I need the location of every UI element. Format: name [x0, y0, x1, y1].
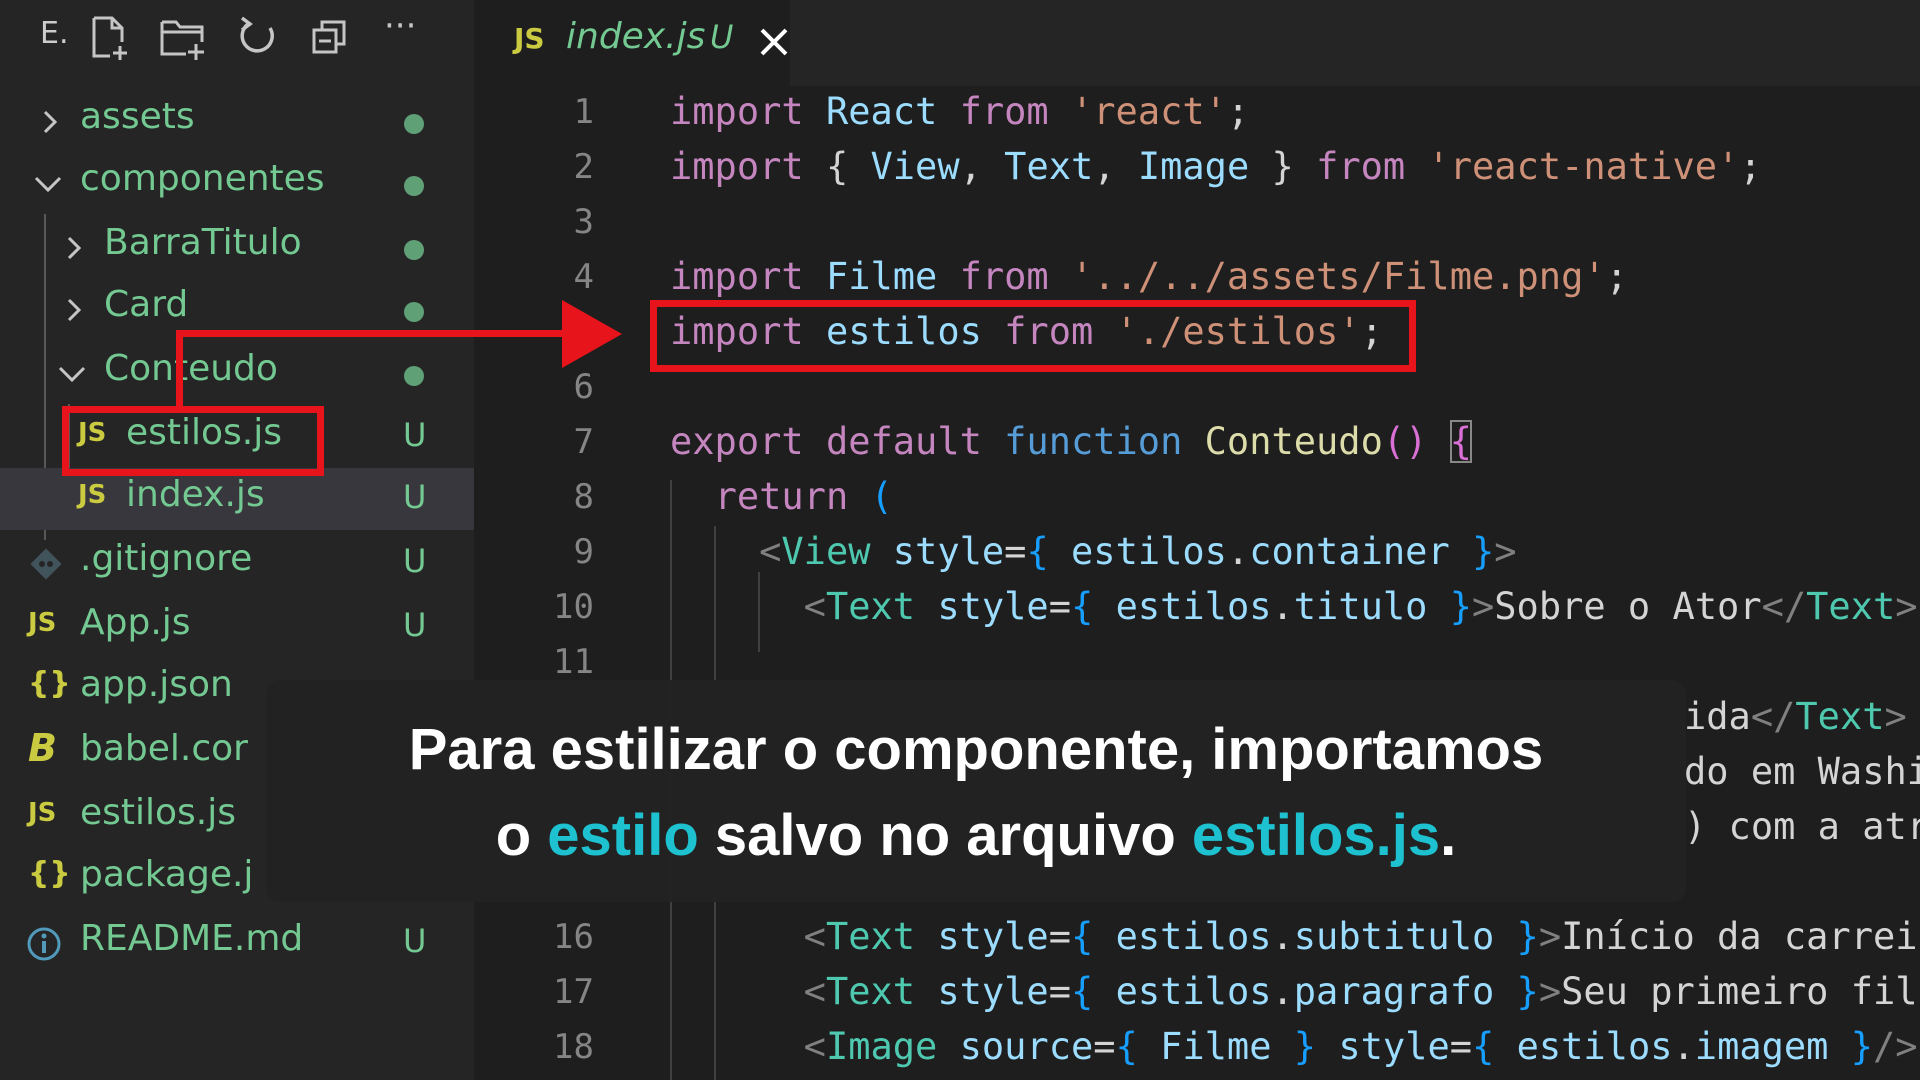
highlight-box-estilos-file: [62, 406, 324, 476]
tree-item-label: App.js: [80, 602, 191, 643]
git-untracked-badge: U: [403, 542, 427, 580]
line-number: 7: [573, 422, 594, 462]
git-modified-dot: [404, 114, 424, 134]
json-file-icon: {}: [28, 856, 71, 891]
editor-tab-bar: JS index.js U: [474, 0, 1920, 86]
arrow-head: [562, 300, 622, 368]
line-number: 10: [553, 587, 594, 627]
git-untracked-badge: U: [403, 922, 427, 960]
babel-file-icon: B: [28, 726, 57, 770]
tree-item-barratitulo[interactable]: BarraTitulo: [0, 216, 474, 278]
tree-item-label: assets: [80, 96, 195, 137]
javascript-file-icon: JS: [514, 22, 545, 55]
javascript-file-icon: JS: [28, 608, 57, 638]
git-modified-dot: [404, 240, 424, 260]
tree-item-componentes[interactable]: componentes: [0, 152, 474, 214]
code-line-14-tail: do em Washi: [1684, 750, 1920, 793]
tree-item-label: Conteudo: [104, 348, 278, 389]
code-line-10: <Text style={ estilos.titulo }>Sobre o A…: [803, 585, 1918, 628]
code-line-8: return (: [714, 475, 893, 518]
tree-item-label: BarraTitulo: [104, 222, 302, 263]
chevron-right-icon: [60, 234, 88, 262]
code-line-4: import Filme from '../../assets/Filme.pn…: [670, 255, 1628, 298]
code-line-2: import { View, Text, Image } from 'react…: [670, 145, 1762, 188]
tree-item-label: README.md: [80, 918, 304, 959]
line-number: 16: [553, 917, 594, 957]
tree-item-label: index.js: [126, 474, 265, 515]
git-icon: [28, 546, 64, 586]
line-number: 8: [573, 477, 594, 517]
tree-item-assets[interactable]: assets: [0, 90, 474, 152]
code-line-1: import React from 'react';: [670, 90, 1250, 133]
line-number: 2: [573, 147, 594, 187]
tree-item-label: babel.cor: [80, 728, 248, 769]
json-file-icon: {}: [28, 666, 71, 701]
javascript-file-icon: JS: [28, 798, 57, 828]
line-number: 6: [573, 367, 594, 407]
line-number: 1: [573, 92, 594, 132]
tree-item-gitignore[interactable]: .gitignore U: [0, 532, 474, 594]
line-number: 18: [553, 1027, 594, 1067]
caption-line-1: Para estilizar o componente, importamos: [408, 717, 1544, 782]
git-modified-dot: [404, 176, 424, 196]
more-icon[interactable]: ···: [384, 6, 444, 56]
line-number: 11: [553, 642, 594, 682]
tree-item-label: estilos.js: [80, 792, 237, 833]
collapse-all-icon[interactable]: [306, 12, 356, 62]
info-icon: [26, 926, 62, 966]
refresh-icon[interactable]: [232, 12, 282, 62]
git-modified-dot: [404, 366, 424, 386]
code-line-17: <Text style={ estilos.paragrafo }>Seu pr…: [803, 970, 1918, 1013]
tree-item-conteudo[interactable]: Conteudo: [0, 342, 474, 404]
code-line-18: <Image source={ Filme } style={ estilos.…: [803, 1025, 1918, 1068]
caption-highlight: estilos.js: [1191, 803, 1441, 868]
caption-line-2: o estilo salvo no arquivo estilos.js.: [495, 803, 1457, 868]
chevron-right-icon: [60, 296, 88, 324]
tree-item-label: app.json: [80, 664, 233, 705]
chevron-down-icon: [34, 170, 62, 198]
line-number: 17: [553, 972, 594, 1012]
javascript-file-icon: JS: [78, 480, 107, 510]
git-modified-dot: [404, 302, 424, 322]
close-icon[interactable]: [754, 22, 794, 62]
tree-item-readme[interactable]: README.md U: [0, 912, 474, 974]
explorer-sidebar: E. ··· assets componentes BarraTitulo Ca…: [0, 0, 474, 1080]
line-number: 9: [573, 532, 594, 572]
line-number: 4: [573, 257, 594, 297]
tree-item-index-js[interactable]: JS index.js U: [0, 468, 474, 530]
code-line-7: export default function Conteudo() {: [670, 420, 1472, 463]
git-untracked-badge: U: [710, 18, 734, 56]
chevron-right-icon: [36, 108, 64, 136]
code-editor[interactable]: 1 2 3 4 5 6 7 8 9 10 11 16 17 18 import …: [474, 86, 1920, 1080]
code-line-16: <Text style={ estilos.subtitulo }>Início…: [803, 915, 1918, 958]
new-folder-icon[interactable]: [158, 12, 208, 62]
line-number: 3: [573, 202, 594, 242]
tree-item-label: package.j: [80, 854, 254, 895]
code-line-15-tail: ) com a atr: [1684, 805, 1920, 848]
git-untracked-badge: U: [403, 606, 427, 644]
explorer-toolbar: E. ···: [0, 0, 474, 80]
highlight-box-import-line: [650, 300, 1416, 372]
git-untracked-badge: U: [403, 416, 427, 454]
tab-label: index.js: [566, 16, 706, 57]
explorer-title: E.: [40, 16, 69, 51]
new-file-icon[interactable]: [84, 12, 134, 62]
tree-item-label: Card: [104, 284, 189, 325]
tree-item-app-js[interactable]: JS App.js U: [0, 596, 474, 658]
code-line-9: <View style={ estilos.container }>: [759, 530, 1517, 573]
arrow-horizontal-segment: [176, 330, 576, 337]
chevron-down-icon: [58, 360, 86, 388]
code-line-13-tail: ida</Text>: [1684, 695, 1907, 738]
tree-item-label: componentes: [80, 158, 325, 199]
git-untracked-badge: U: [403, 478, 427, 516]
tab-index-js[interactable]: JS index.js U: [474, 0, 790, 86]
tree-item-label: .gitignore: [80, 538, 253, 579]
arrow-vertical-segment: [176, 330, 183, 408]
tutorial-caption: Para estilizar o componente, importamos …: [266, 680, 1686, 902]
caption-highlight: estilo: [547, 803, 699, 868]
